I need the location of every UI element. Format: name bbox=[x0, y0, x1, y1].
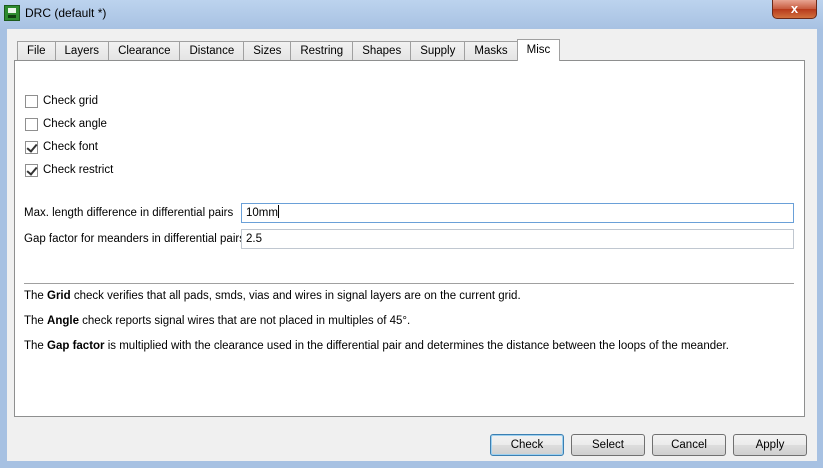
tab-layers[interactable]: Layers bbox=[54, 41, 110, 61]
max-length-value: 10mm bbox=[246, 207, 278, 219]
check-font-label: Check font bbox=[43, 141, 98, 153]
check-angle-option[interactable]: Check angle bbox=[25, 117, 107, 131]
tab-supply[interactable]: Supply bbox=[410, 41, 466, 61]
tab-bar: File Layers Clearance Distance Sizes Res… bbox=[17, 39, 561, 61]
select-button[interactable]: Select bbox=[571, 434, 645, 456]
tab-clearance[interactable]: Clearance bbox=[108, 41, 181, 61]
dialog-body: File Layers Clearance Distance Sizes Res… bbox=[7, 29, 817, 461]
gap-factor-value: 2.5 bbox=[246, 233, 262, 245]
window-title: DRC (default *) bbox=[25, 6, 107, 20]
check-restrict-label: Check restrict bbox=[43, 164, 114, 176]
check-font-option[interactable]: Check font bbox=[25, 140, 98, 154]
check-grid-checkbox[interactable] bbox=[25, 94, 38, 108]
drc-dialog: DRC (default *) x File Layers Clearance … bbox=[0, 0, 823, 468]
check-angle-checkbox[interactable] bbox=[25, 117, 38, 131]
check-restrict-option[interactable]: Check restrict bbox=[25, 163, 113, 177]
check-font-checkbox[interactable] bbox=[25, 140, 38, 154]
check-grid-option[interactable]: Check grid bbox=[25, 94, 98, 108]
angle-info-text: The Angle check reports signal wires tha… bbox=[24, 315, 411, 327]
cancel-button[interactable]: Cancel bbox=[652, 434, 726, 456]
close-button[interactable]: x bbox=[772, 0, 817, 19]
check-button[interactable]: Check bbox=[490, 434, 564, 456]
text-caret bbox=[277, 205, 279, 218]
tab-misc[interactable]: Misc bbox=[516, 39, 561, 61]
check-grid-label: Check grid bbox=[43, 95, 98, 107]
app-icon bbox=[4, 5, 20, 21]
gap-factor-info-text: The Gap factor is multiplied with the cl… bbox=[24, 340, 729, 352]
tab-restring[interactable]: Restring bbox=[290, 41, 354, 61]
tab-shapes[interactable]: Shapes bbox=[352, 41, 412, 61]
gap-factor-label: Gap factor for meanders in differential … bbox=[24, 233, 245, 245]
divider bbox=[24, 283, 794, 284]
max-length-label: Max. length difference in differential p… bbox=[24, 207, 234, 219]
check-angle-label: Check angle bbox=[43, 118, 107, 130]
check-restrict-checkbox[interactable] bbox=[25, 163, 38, 177]
tab-distance[interactable]: Distance bbox=[179, 41, 245, 61]
max-length-input[interactable]: 10mm bbox=[241, 203, 794, 223]
tab-masks[interactable]: Masks bbox=[464, 41, 518, 61]
tab-sizes[interactable]: Sizes bbox=[243, 41, 292, 61]
apply-button[interactable]: Apply bbox=[733, 434, 807, 456]
title-bar[interactable]: DRC (default *) x bbox=[0, 0, 823, 27]
misc-panel: Check grid Check angle Check font Check … bbox=[14, 60, 805, 417]
gap-factor-input[interactable]: 2.5 bbox=[241, 229, 794, 249]
grid-info-text: The Grid check verifies that all pads, s… bbox=[24, 290, 521, 302]
tab-file[interactable]: File bbox=[17, 41, 56, 61]
